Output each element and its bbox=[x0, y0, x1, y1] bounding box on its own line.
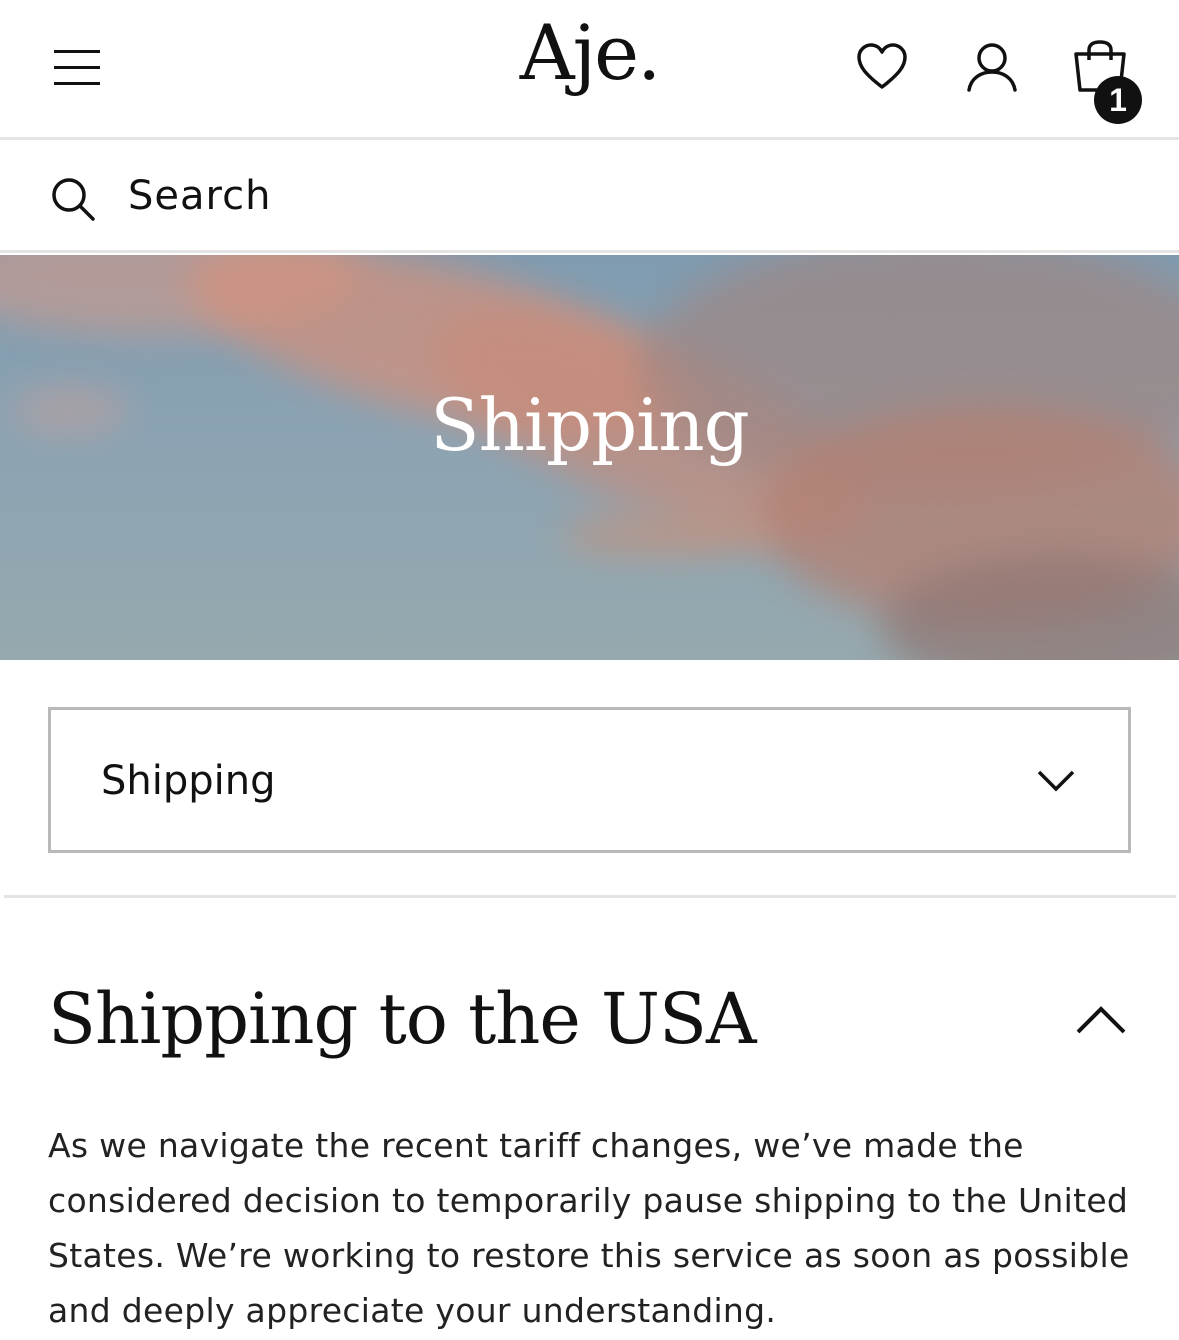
hamburger-menu-icon[interactable] bbox=[54, 50, 102, 86]
section-divider bbox=[4, 895, 1176, 898]
cart-count-badge: 1 bbox=[1094, 76, 1142, 124]
section-body-text: As we navigate the recent tariff changes… bbox=[48, 1126, 1130, 1330]
search-input[interactable]: Search bbox=[128, 173, 271, 219]
hero-banner: Shipping bbox=[0, 255, 1179, 660]
user-icon[interactable] bbox=[965, 40, 1019, 94]
site-header: Aje. 1 bbox=[0, 0, 1179, 140]
search-bar[interactable]: Search bbox=[0, 143, 1179, 253]
chevron-down-icon bbox=[1037, 770, 1075, 792]
heart-icon[interactable] bbox=[855, 42, 909, 92]
hero-title: Shipping bbox=[430, 383, 749, 467]
page-select-value: Shipping bbox=[101, 758, 276, 804]
brand-logo-link[interactable]: Aje. bbox=[520, 8, 662, 97]
chevron-up-icon[interactable] bbox=[1074, 1004, 1128, 1036]
section-title[interactable]: Shipping to the USA bbox=[48, 978, 756, 1060]
page-select-dropdown[interactable]: Shipping bbox=[48, 707, 1131, 853]
search-icon bbox=[52, 178, 95, 221]
